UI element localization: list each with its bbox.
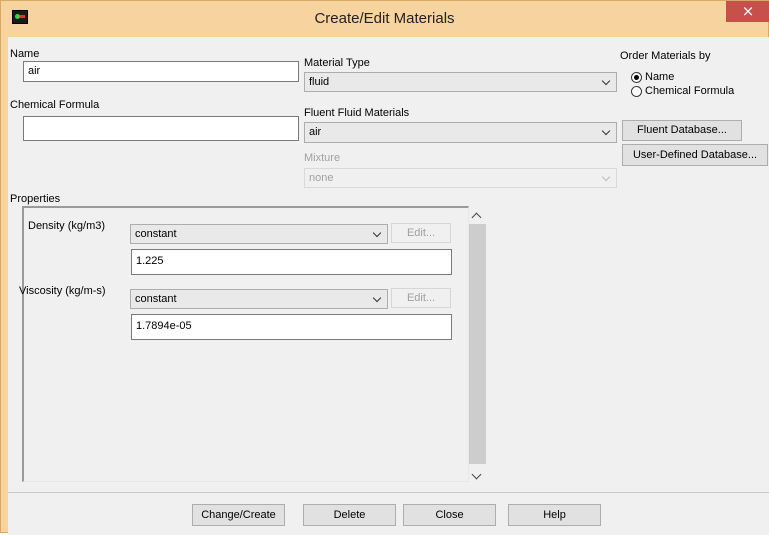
- material-type-dropdown[interactable]: fluid: [304, 72, 617, 92]
- chevron-down-icon: [372, 293, 382, 303]
- close-icon[interactable]: ×: [726, 1, 769, 22]
- fluent-fluid-materials-label: Fluent Fluid Materials: [304, 107, 410, 119]
- scrollbar-thumb[interactable]: [469, 224, 486, 464]
- chemical-formula-field[interactable]: [23, 116, 299, 141]
- viscosity-method-value: constant: [135, 293, 177, 305]
- dialog-body: Name air Chemical Formula Material Type …: [8, 37, 769, 492]
- fluent-database-button[interactable]: Fluent Database...: [622, 120, 742, 141]
- title-bar[interactable]: Create/Edit Materials ×: [1, 1, 769, 36]
- name-field[interactable]: air: [23, 61, 299, 82]
- delete-button[interactable]: Delete: [303, 504, 396, 526]
- order-by-name-option[interactable]: Name: [628, 70, 748, 85]
- density-value: 1.225: [136, 255, 164, 267]
- scroll-up-arrow-icon[interactable]: [471, 212, 482, 223]
- properties-label: Properties: [10, 193, 61, 205]
- material-type-label: Material Type: [304, 57, 370, 69]
- chevron-down-icon: [601, 172, 611, 182]
- chevron-down-icon: [601, 76, 611, 86]
- fluent-fluid-materials-value: air: [309, 126, 322, 138]
- mixture-label: Mixture: [304, 152, 341, 164]
- material-type-value: fluid: [309, 76, 330, 88]
- chemical-formula-label: Chemical Formula: [10, 99, 100, 111]
- fluent-fluid-materials-dropdown[interactable]: air: [304, 122, 617, 143]
- density-edit-button: Edit...: [391, 223, 451, 243]
- chevron-down-icon: [372, 228, 382, 238]
- button-bar: Change/Create Delete Close Help: [8, 492, 769, 535]
- mixture-value: none: [309, 172, 334, 184]
- mixture-dropdown: none: [304, 168, 617, 188]
- name-field-value: air: [28, 65, 41, 77]
- create-edit-materials-window: Create/Edit Materials × Name air Chemica…: [0, 0, 769, 535]
- density-value-field[interactable]: 1.225: [131, 249, 452, 275]
- viscosity-method-dropdown[interactable]: constant: [130, 289, 388, 309]
- viscosity-value-field[interactable]: 1.7894e-05: [131, 314, 452, 340]
- help-button[interactable]: Help: [508, 504, 601, 526]
- properties-panel: [22, 206, 469, 482]
- name-label: Name: [10, 48, 40, 60]
- density-method-dropdown[interactable]: constant: [130, 224, 388, 244]
- density-label: Density (kg/m3): [28, 220, 106, 232]
- order-by-name-label: Name: [645, 71, 675, 83]
- order-materials-by-label: Order Materials by: [620, 50, 711, 62]
- viscosity-value: 1.7894e-05: [136, 320, 192, 332]
- order-by-chemical-formula-label: Chemical Formula: [645, 85, 735, 97]
- viscosity-edit-button: Edit...: [391, 288, 451, 308]
- window-title: Create/Edit Materials: [314, 10, 455, 27]
- radio-unselected-icon[interactable]: [631, 86, 642, 97]
- user-defined-database-button[interactable]: User-Defined Database...: [622, 144, 768, 166]
- order-by-chemical-formula-option[interactable]: Chemical Formula: [628, 84, 753, 99]
- chevron-down-icon: [601, 126, 611, 136]
- change-create-button[interactable]: Change/Create: [192, 504, 285, 526]
- density-method-value: constant: [135, 228, 177, 240]
- close-button[interactable]: Close: [403, 504, 496, 526]
- viscosity-label: Viscosity (kg/m-s): [19, 285, 106, 297]
- radio-selected-icon[interactable]: [631, 72, 642, 83]
